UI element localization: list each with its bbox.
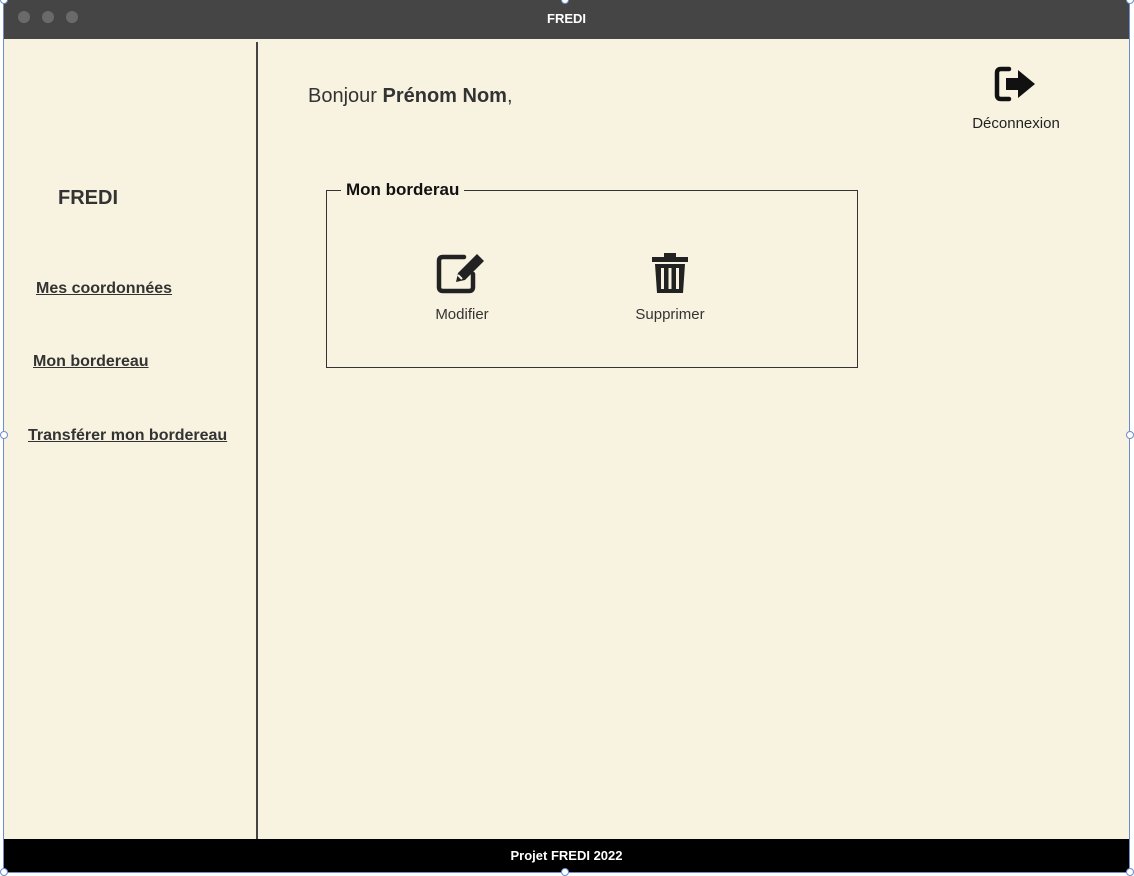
delete-button[interactable]: Supprimer — [610, 249, 730, 323]
resize-handle-top-right[interactable] — [1126, 0, 1134, 4]
resize-handle-left[interactable] — [0, 431, 8, 439]
sign-out-icon — [994, 66, 1035, 102]
logout-button[interactable]: Déconnexion — [966, 64, 1066, 132]
sidebar-item-transferer-bordereau[interactable]: Transférer mon bordereau — [28, 427, 227, 445]
footer: Projet FREDI 2022 — [4, 839, 1129, 872]
modify-button[interactable]: Modifier — [402, 249, 522, 323]
greeting: Bonjour Prénom Nom, — [308, 85, 513, 108]
sidebar-brand: FREDI — [58, 187, 118, 209]
resize-handle-bottom[interactable] — [561, 868, 569, 876]
edit-icon — [436, 254, 484, 294]
delete-label: Supprimer — [635, 306, 705, 323]
modify-label: Modifier — [435, 306, 489, 323]
logout-label: Déconnexion — [972, 115, 1060, 132]
sidebar-item-mes-coordonnees[interactable]: Mes coordonnées — [36, 280, 172, 298]
sidebar: FREDI Mes coordonnées Mon bordereau Tran… — [4, 42, 258, 839]
app-window: FREDI FREDI Mes coordonnées Mon borderea… — [3, 0, 1130, 873]
trash-icon — [652, 253, 688, 293]
window-title: FREDI — [547, 11, 586, 26]
greeting-suffix: , — [506, 85, 513, 107]
greeting-prefix: Bonjour — [308, 85, 383, 107]
user-name: Prénom Nom — [382, 85, 507, 107]
resize-handle-right[interactable] — [1126, 431, 1134, 439]
bordereau-panel: Mon borderau Modifier Supprimer — [326, 180, 858, 368]
sidebar-item-mon-bordereau[interactable]: Mon bordereau — [33, 353, 149, 371]
resize-handle-bottom-right[interactable] — [1126, 868, 1134, 876]
title-bar: FREDI — [4, 0, 1129, 39]
resize-handle-bottom-left[interactable] — [0, 868, 8, 876]
panel-legend: Mon borderau — [341, 180, 465, 200]
